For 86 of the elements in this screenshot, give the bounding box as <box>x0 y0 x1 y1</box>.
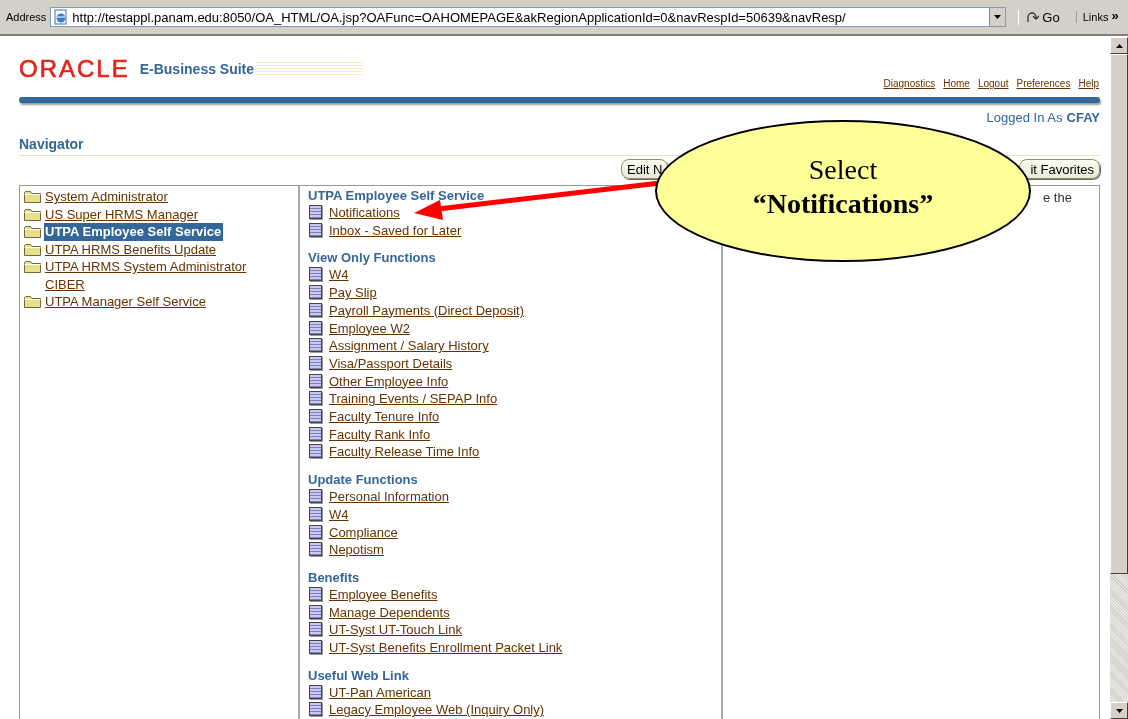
folder-icon <box>24 225 41 238</box>
logo: ORACLE <box>19 58 130 80</box>
document-icon <box>309 604 322 619</box>
document-icon <box>309 320 322 335</box>
page-icon <box>53 9 70 25</box>
document-icon <box>309 338 322 353</box>
folder-icon <box>24 207 41 221</box>
function-link[interactable]: Other Employee Info <box>329 372 449 391</box>
responsibility-link[interactable]: UTPA Employee Self Service <box>44 223 224 241</box>
section-heading: Useful Web Link <box>308 667 410 684</box>
links-toolbar[interactable]: Links » <box>1075 11 1119 23</box>
function-link[interactable]: UT-Syst UT-Touch Link <box>329 621 462 640</box>
folder-icon <box>24 242 41 256</box>
logged-in-label: Logged In As <box>986 110 1063 125</box>
responsibility-link[interactable]: US Super HRMS Manager <box>44 205 201 223</box>
document-icon <box>309 409 322 424</box>
document-icon <box>309 205 322 219</box>
responsibility-link[interactable]: UTPA Manager Self Service <box>44 293 208 311</box>
function-link[interactable]: Faculty Rank Info <box>329 425 431 444</box>
folder-icon <box>24 260 41 273</box>
callout-text: Select <box>808 153 878 187</box>
document-icon <box>309 267 322 282</box>
function-link[interactable]: Faculty Tenure Info <box>329 408 440 426</box>
function-link[interactable]: Visa/Passport Details <box>329 354 453 373</box>
document-icon <box>309 426 322 441</box>
description-text: e the <box>1043 190 1072 205</box>
address-label: Address <box>6 11 47 23</box>
function-link[interactable]: Compliance <box>329 523 398 542</box>
product-name: E-Business Suite <box>139 61 255 77</box>
user-name: CFAY <box>1066 110 1100 125</box>
document-icon <box>309 391 322 406</box>
document-icon <box>309 373 322 388</box>
function-link[interactable]: Employee Benefits <box>329 585 438 604</box>
function-link[interactable]: W4 <box>329 266 349 285</box>
function-link[interactable]: Employee W2 <box>329 319 410 338</box>
function-link[interactable]: Inbox - Saved for Later <box>329 221 462 240</box>
global-link[interactable]: Preferences <box>1016 78 1071 89</box>
global-link[interactable]: Logout <box>977 78 1009 89</box>
function-link[interactable]: W4 <box>329 505 349 524</box>
navigator-button[interactable]: it Favorites <box>1019 159 1100 179</box>
section-heading: View Only Functions <box>308 250 437 267</box>
document-icon <box>309 285 322 300</box>
section-heading: Benefits <box>308 569 361 586</box>
address-field[interactable]: http://testappl.panam.edu:8050/OA_HTML/OA.jsp?OAFunc=OAHOMEPAGE&akRegionApplicationId=0&navRespId=50639&navResp/ <box>50 7 1007 27</box>
function-link[interactable]: UT-Pan American <box>329 683 431 702</box>
down-arrow-icon <box>1115 708 1123 713</box>
folder-icon <box>24 295 41 308</box>
document-icon <box>309 542 322 557</box>
document-icon <box>309 444 322 459</box>
document-icon <box>309 302 322 317</box>
callout-text: “Notifications” <box>752 187 934 221</box>
curved-arrow-icon <box>1025 10 1040 24</box>
document-icon <box>309 684 322 699</box>
go-button[interactable]: Go <box>1018 9 1066 25</box>
global-link[interactable]: Diagnostics <box>883 78 936 89</box>
document-icon <box>309 586 322 601</box>
function-link[interactable]: Personal Information <box>329 488 449 506</box>
function-link[interactable]: Training Events / SEPAP Info <box>329 390 498 409</box>
global-link[interactable]: Home <box>943 78 970 89</box>
vertical-scrollbar[interactable] <box>1110 37 1128 719</box>
function-link[interactable]: UT-Syst Benefits Enrollment Packet Link <box>329 639 563 657</box>
document-icon <box>309 524 322 539</box>
document-icon <box>309 702 322 717</box>
document-icon <box>309 222 322 237</box>
function-link[interactable]: Manage Dependents <box>329 603 450 622</box>
up-arrow-icon <box>1115 43 1123 48</box>
document-icon <box>309 622 322 637</box>
function-link[interactable]: Faculty Release Time Info <box>329 443 480 462</box>
function-link[interactable]: Nepotism <box>329 541 384 559</box>
function-link[interactable]: Payroll Payments (Direct Deposit) <box>329 301 525 320</box>
responsibility-link[interactable]: System Administrator <box>44 188 170 206</box>
responsibility-link[interactable]: UTPA HRMS Benefits Update <box>44 240 218 258</box>
function-link[interactable]: Legacy Employee Web (Inquiry Only) <box>329 701 545 719</box>
function-link[interactable]: Notifications <box>329 204 400 222</box>
document-icon <box>309 640 322 655</box>
function-link[interactable]: Assignment / Salary History <box>329 337 489 355</box>
function-link[interactable]: Pay Slip <box>329 284 377 302</box>
document-icon <box>309 506 322 521</box>
global-link[interactable]: Help <box>1078 78 1099 89</box>
document-icon <box>309 355 322 370</box>
section-heading: Update Functions <box>308 472 419 489</box>
document-icon <box>309 489 322 504</box>
folder-icon <box>24 190 41 203</box>
section-heading: UTPA Employee Self Service <box>308 188 486 204</box>
responsibility-link[interactable]: UTPA HRMS System Administrator CIBER <box>44 258 279 293</box>
navigator-button[interactable]: Edit N <box>621 159 669 179</box>
